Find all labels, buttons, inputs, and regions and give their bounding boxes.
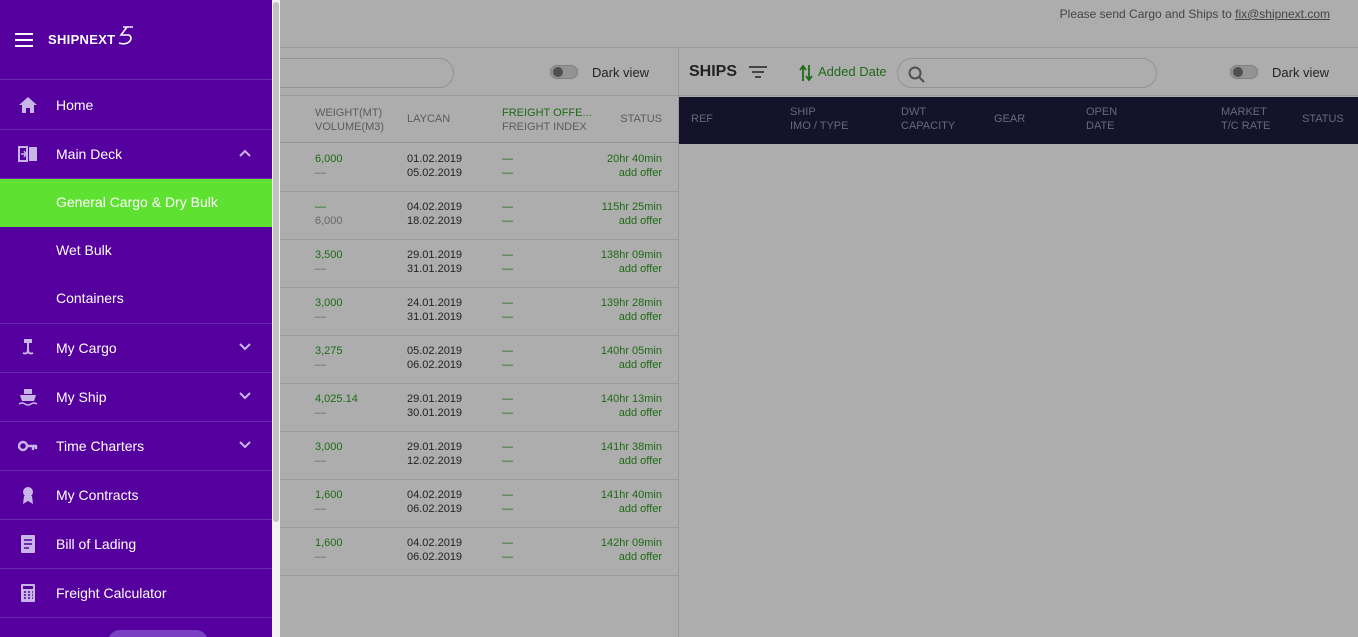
nav-label-my-ship: My Ship [56,389,107,405]
document-icon [21,535,35,553]
logo-mark-icon [118,26,133,45]
nav-label-bill-of-lading: Bill of Lading [56,536,137,552]
ship-icon [18,389,38,406]
sub-item-general-cargo[interactable]: General Cargo & Dry Bulk [0,179,272,227]
chevron-down-icon[interactable] [238,391,252,401]
nav-item-my-cargo[interactable]: My Cargo [0,324,272,373]
contract-badge-icon [23,487,33,504]
key-icon [18,440,38,452]
main-deck-icon [18,146,37,162]
drawer-nav: Home Main Deck General Cargo & Dry Bulk … [0,81,272,618]
nav-label-my-cargo: My Cargo [56,340,117,356]
drawer-bottom-button[interactable] [108,630,208,637]
logo-text[interactable]: SHIPNEXT [48,32,115,47]
calculator-icon [21,584,35,602]
navigation-drawer: SHIPNEXT Home Main Deck General Cargo & … [0,0,280,637]
nav-item-bill-of-lading[interactable]: Bill of Lading [0,520,272,569]
sub-item-wet-bulk[interactable]: Wet Bulk [0,227,272,275]
nav-item-my-ship[interactable]: My Ship [0,373,272,422]
sub-item-containers[interactable]: Containers [0,275,272,323]
sub-label-containers: Containers [56,290,124,306]
nav-item-freight-calculator[interactable]: Freight Calculator [0,569,272,618]
chevron-down-icon[interactable] [238,440,252,450]
nav-item-main-deck[interactable]: Main Deck [0,130,272,179]
home-icon [19,97,37,113]
nav-item-home[interactable]: Home [0,81,272,130]
nav-label-freight-calculator: Freight Calculator [56,585,167,601]
nav-label-my-contracts: My Contracts [56,487,139,503]
sub-label-wet-bulk: Wet Bulk [56,242,112,258]
nav-label-time-charters: Time Charters [56,438,145,454]
nav-label-main-deck: Main Deck [56,146,123,162]
main-deck-submenu: General Cargo & Dry Bulk Wet Bulk Contai… [0,179,272,324]
nav-item-time-charters[interactable]: Time Charters [0,422,272,471]
nav-item-my-contracts[interactable]: My Contracts [0,471,272,520]
menu-icon[interactable] [15,33,33,47]
drawer-header: SHIPNEXT [0,0,272,80]
nav-label-home: Home [56,97,94,113]
sub-label-general-cargo: General Cargo & Dry Bulk [56,194,218,210]
chevron-down-icon[interactable] [238,342,252,352]
drawer-scrollbar-thumb[interactable] [273,2,279,522]
drawer-scrollbar[interactable] [272,0,280,637]
cargo-hook-icon [22,339,34,355]
chevron-up-icon[interactable] [238,148,252,158]
